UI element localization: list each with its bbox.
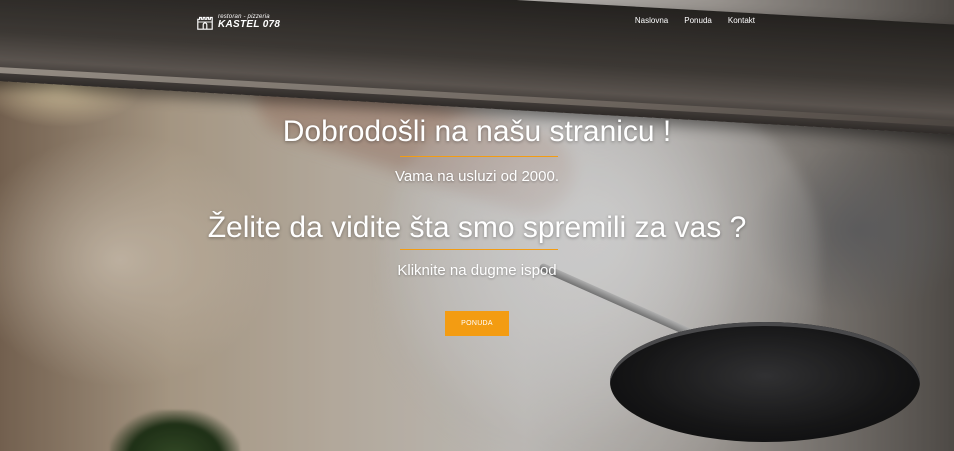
- question-divider: [400, 249, 558, 250]
- hero-question: Želite da vidite šta smo spremili za vas…: [207, 211, 747, 244]
- brand-logo[interactable]: restoran - pizzeria KASTEL 078: [196, 12, 280, 32]
- brand-name: KASTEL 078: [218, 19, 281, 30]
- nav-item-kontakt[interactable]: Kontakt: [728, 16, 755, 25]
- hero-subtitle: Vama na usluzi od 2000.: [395, 168, 559, 185]
- hero-instruction: Kliknite na dugme ispod: [397, 262, 557, 279]
- hero-title: Dobrodošli na našu stranicu !: [282, 115, 672, 148]
- title-divider: [400, 156, 558, 157]
- castle-icon: [197, 16, 213, 30]
- ponuda-button[interactable]: PONUDA: [445, 311, 509, 336]
- nav-links: Naslovna Ponuda Kontakt: [635, 16, 755, 25]
- hero-section: restoran - pizzeria KASTEL 078 Naslovna …: [0, 0, 954, 451]
- nav-item-ponuda[interactable]: Ponuda: [684, 16, 712, 25]
- nav-item-naslovna[interactable]: Naslovna: [635, 16, 668, 25]
- navbar: restoran - pizzeria KASTEL 078 Naslovna …: [0, 0, 954, 44]
- brand-text: restoran - pizzeria KASTEL 078: [218, 14, 280, 30]
